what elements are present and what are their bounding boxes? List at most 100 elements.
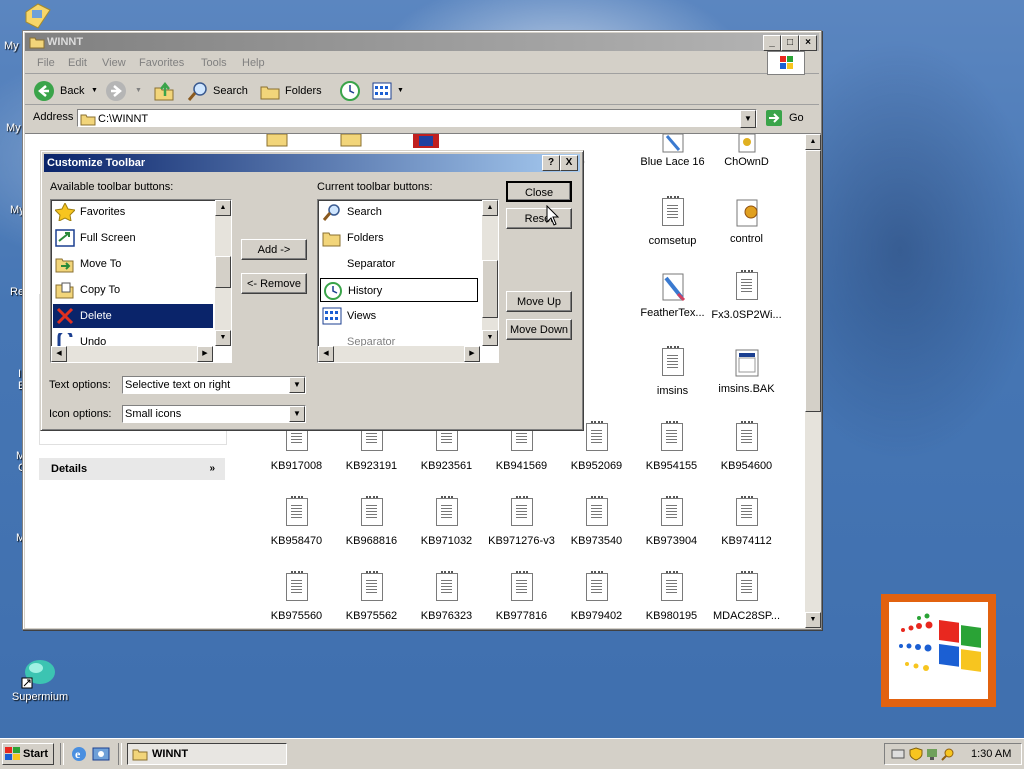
network-icon[interactable] bbox=[925, 747, 939, 761]
current-buttons-list[interactable]: Search Folders Separator History Views S… bbox=[317, 199, 499, 363]
back-dropdown-icon[interactable]: ▼ bbox=[91, 80, 98, 102]
list-item[interactable]: Favorites bbox=[53, 200, 213, 224]
close-dialog-button[interactable]: Close bbox=[506, 181, 572, 202]
security-shield-icon[interactable] bbox=[909, 747, 923, 761]
menu-view[interactable]: View bbox=[102, 57, 126, 69]
address-dropdown-button[interactable]: ▼ bbox=[740, 110, 756, 128]
list-item[interactable]: Move To bbox=[53, 252, 213, 276]
desktop-icon-my-documents[interactable] bbox=[22, 2, 52, 30]
help-button[interactable]: ? bbox=[542, 155, 560, 171]
list-item-focused[interactable]: History bbox=[320, 278, 478, 302]
list-item[interactable]: Full Screen bbox=[53, 226, 213, 250]
file-item[interactable]: KB980195 bbox=[634, 571, 709, 622]
scroll-down-button[interactable]: ▼ bbox=[805, 612, 821, 628]
scroll-left-button[interactable]: ◀ bbox=[51, 346, 67, 362]
back-button[interactable]: Back ▼ bbox=[33, 80, 111, 102]
dialog-close-button[interactable]: X bbox=[560, 155, 578, 171]
file-item[interactable]: KB968816 bbox=[334, 496, 409, 547]
file-item[interactable]: Fx3.0SP2Wi... bbox=[709, 270, 784, 321]
current-hscroll[interactable]: ◀ ▶ bbox=[318, 346, 480, 362]
move-down-button[interactable]: Move Down bbox=[506, 319, 572, 340]
file-item[interactable]: comsetup bbox=[635, 196, 710, 247]
file-view-scrollbar[interactable]: ▲ ▼ bbox=[805, 134, 821, 628]
file-item[interactable]: KB975560 bbox=[259, 571, 334, 622]
available-vscroll[interactable]: ▲ ▼ bbox=[215, 200, 231, 346]
file-item[interactable]: KB976323 bbox=[409, 571, 484, 622]
menu-favorites[interactable]: Favorites bbox=[139, 57, 184, 69]
history-button[interactable] bbox=[339, 80, 363, 102]
file-item[interactable]: Blue Lace 16 bbox=[635, 134, 710, 168]
window-titlebar[interactable]: WINNT _ □ × bbox=[25, 33, 819, 51]
list-item[interactable]: Search bbox=[320, 200, 480, 224]
file-item[interactable]: KB974112 bbox=[709, 496, 784, 547]
list-item[interactable]: Separator bbox=[320, 252, 480, 276]
file-item[interactable]: KB954600 bbox=[709, 421, 784, 472]
text-options-dropdown-icon[interactable]: ▼ bbox=[289, 377, 305, 393]
scroll-right-button[interactable]: ▶ bbox=[464, 346, 480, 362]
desktop-icon-supermium[interactable]: Supermium bbox=[10, 656, 70, 706]
list-item[interactable]: Views bbox=[320, 304, 480, 328]
file-item[interactable]: MDAC28SP... bbox=[709, 571, 784, 622]
scroll-up-button[interactable]: ▲ bbox=[482, 200, 498, 216]
scroll-thumb[interactable] bbox=[482, 260, 498, 318]
file-item[interactable]: ChOwnD bbox=[709, 134, 784, 168]
up-folder-button[interactable] bbox=[153, 80, 177, 102]
add-button[interactable]: Add -> bbox=[241, 239, 307, 260]
forward-button[interactable]: ▼ bbox=[105, 80, 145, 102]
scroll-left-button[interactable]: ◀ bbox=[318, 346, 334, 362]
list-item-selected[interactable]: Delete bbox=[53, 304, 213, 328]
address-input[interactable]: C:\WINNT ▼ bbox=[77, 109, 757, 128]
go-button[interactable]: Go bbox=[765, 109, 809, 129]
available-hscroll[interactable]: ◀ ▶ bbox=[51, 346, 213, 362]
file-item[interactable]: control bbox=[709, 198, 784, 245]
move-up-button[interactable]: Move Up bbox=[506, 291, 572, 312]
menu-tools[interactable]: Tools bbox=[201, 57, 227, 69]
file-item[interactable]: imsins bbox=[635, 346, 710, 397]
close-button[interactable]: × bbox=[799, 35, 817, 51]
file-item[interactable]: FeatherTex... bbox=[635, 272, 710, 319]
remove-button[interactable]: <- Remove bbox=[241, 273, 307, 294]
scroll-down-button[interactable]: ▼ bbox=[482, 330, 498, 346]
scroll-up-button[interactable]: ▲ bbox=[805, 134, 821, 150]
scroll-right-button[interactable]: ▶ bbox=[197, 346, 213, 362]
views-button[interactable]: ▼ bbox=[371, 80, 405, 102]
file-item[interactable]: KB971276-v3 bbox=[484, 496, 559, 547]
dialog-titlebar[interactable]: Customize Toolbar ? X bbox=[44, 154, 580, 172]
menu-edit[interactable]: Edit bbox=[68, 57, 87, 69]
current-vscroll[interactable]: ▲ ▼ bbox=[482, 200, 498, 346]
file-item[interactable]: KB977816 bbox=[484, 571, 559, 622]
views-dropdown-icon[interactable]: ▼ bbox=[397, 80, 404, 102]
search-tray-icon[interactable] bbox=[941, 747, 955, 761]
list-item[interactable]: Folders bbox=[320, 226, 480, 250]
available-buttons-list[interactable]: Favorites Full Screen Move To Copy To De… bbox=[50, 199, 232, 363]
taskbar-item-winnt[interactable]: WINNT bbox=[127, 743, 287, 765]
folders-button[interactable]: Folders bbox=[259, 80, 325, 102]
details-section-header[interactable]: Details » bbox=[39, 458, 225, 480]
maximize-button[interactable]: □ bbox=[781, 35, 799, 51]
search-button[interactable]: Search bbox=[187, 80, 253, 102]
start-button[interactable]: Start bbox=[2, 743, 54, 765]
file-item[interactable]: KB973904 bbox=[634, 496, 709, 547]
file-item[interactable]: KB973540 bbox=[559, 496, 634, 547]
file-item[interactable]: KB971032 bbox=[409, 496, 484, 547]
file-item[interactable]: KB954155 bbox=[634, 421, 709, 472]
text-options-select[interactable]: Selective text on right ▼ bbox=[122, 376, 306, 394]
icon-options-select[interactable]: Small icons ▼ bbox=[122, 405, 306, 423]
scroll-thumb[interactable] bbox=[215, 256, 231, 288]
internet-explorer-icon[interactable]: e bbox=[70, 745, 88, 763]
menu-help[interactable]: Help bbox=[242, 57, 265, 69]
scroll-up-button[interactable]: ▲ bbox=[215, 200, 231, 216]
icon-options-dropdown-icon[interactable]: ▼ bbox=[289, 406, 305, 422]
scroll-down-button[interactable]: ▼ bbox=[215, 330, 231, 346]
clock[interactable]: 1:30 AM bbox=[971, 748, 1011, 760]
minimize-button[interactable]: _ bbox=[763, 35, 781, 51]
file-item[interactable]: KB958470 bbox=[259, 496, 334, 547]
file-item[interactable]: imsins.BAK bbox=[709, 348, 784, 395]
list-item[interactable]: Copy To bbox=[53, 278, 213, 302]
file-item[interactable]: KB979402 bbox=[559, 571, 634, 622]
keyboard-icon[interactable] bbox=[891, 747, 905, 761]
file-item[interactable]: KB975562 bbox=[334, 571, 409, 622]
show-desktop-icon[interactable] bbox=[92, 745, 110, 763]
forward-dropdown-icon[interactable]: ▼ bbox=[135, 80, 142, 102]
scroll-thumb[interactable] bbox=[805, 150, 821, 412]
